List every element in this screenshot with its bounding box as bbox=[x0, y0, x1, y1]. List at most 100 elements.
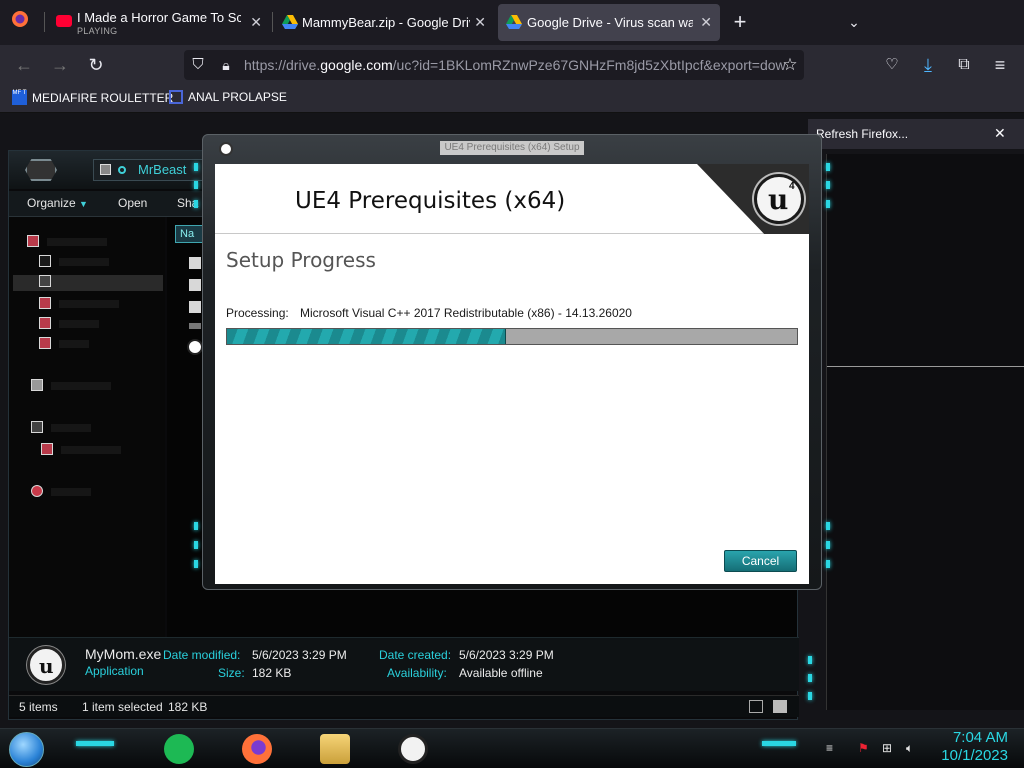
nav-item[interactable] bbox=[39, 255, 169, 269]
clock[interactable]: 7:04 AM 10/1/2023 bbox=[941, 729, 1008, 765]
reload-icon[interactable]: ↻ bbox=[84, 53, 108, 77]
nav-item[interactable] bbox=[39, 297, 169, 311]
firefox-icon[interactable] bbox=[242, 734, 272, 764]
item-count: 5 items bbox=[19, 700, 58, 714]
nav-item[interactable] bbox=[39, 317, 169, 331]
setup-header: UE4 Prerequisites (x64) u 4 bbox=[215, 164, 809, 234]
back-icon[interactable]: ← bbox=[12, 53, 36, 77]
nav-item[interactable] bbox=[31, 421, 161, 435]
tab-title: MammyBear.zip - Google Drive bbox=[302, 15, 470, 30]
forward-icon[interactable]: → bbox=[48, 53, 72, 77]
column-header-name[interactable]: Na bbox=[175, 225, 205, 243]
shield-icon[interactable]: ⛉ bbox=[186, 53, 210, 77]
tab-virus-scan[interactable]: Google Drive - Virus scan warni ✕ bbox=[498, 4, 720, 41]
new-tab-icon[interactable]: + bbox=[728, 10, 752, 34]
unreal-engine-icon[interactable] bbox=[398, 734, 428, 764]
date-modified-label: Date modified: bbox=[163, 648, 241, 662]
teal-light bbox=[826, 541, 830, 549]
date-modified-value: 5/6/2023 3:29 PM bbox=[252, 648, 347, 662]
bookmark-icon bbox=[169, 90, 183, 104]
nav-item[interactable] bbox=[27, 235, 157, 249]
unreal-file-icon[interactable] bbox=[187, 339, 203, 355]
tab-mammybear[interactable]: MammyBear.zip - Google Drive ✕ bbox=[274, 4, 494, 41]
volume-icon[interactable]: 🔈︎ bbox=[906, 741, 913, 756]
drive-icon bbox=[41, 443, 53, 455]
firefox-menu-icon[interactable] bbox=[8, 9, 32, 33]
progress-bar bbox=[226, 328, 798, 345]
clock-time: 7:04 AM bbox=[952, 729, 1008, 746]
start-button[interactable] bbox=[9, 732, 44, 767]
folder-icon bbox=[39, 255, 51, 267]
clock-date: 10/1/2023 bbox=[941, 747, 1008, 764]
teal-light bbox=[762, 741, 796, 746]
tab-close-icon[interactable]: ✕ bbox=[250, 14, 262, 31]
tab-close-icon[interactable]: ✕ bbox=[700, 14, 712, 31]
processing-label: Processing: bbox=[226, 306, 289, 320]
open-button[interactable]: Open bbox=[118, 196, 147, 210]
pocket-icon[interactable]: ♡ bbox=[880, 53, 904, 77]
spotify-icon[interactable] bbox=[164, 734, 194, 764]
network-icon[interactable]: ⊞ bbox=[882, 741, 892, 755]
mediafire-icon: MF T bbox=[12, 90, 27, 105]
menu-icon[interactable]: ≡ bbox=[988, 53, 1012, 77]
computer-icon bbox=[31, 421, 43, 433]
downloads-icon[interactable]: ⤓ bbox=[916, 53, 940, 77]
file-explorer-icon[interactable] bbox=[320, 734, 350, 764]
progress-fill bbox=[227, 329, 507, 344]
status-bar: 5 items 1 item selected 182 KB bbox=[9, 695, 799, 717]
file-icon[interactable] bbox=[189, 279, 201, 291]
notification-text[interactable]: Refresh Firefox... bbox=[816, 127, 908, 141]
extensions-icon[interactable]: ⧉ bbox=[952, 53, 976, 77]
back-forward-icon[interactable] bbox=[25, 159, 57, 181]
tab-list-chevron-icon[interactable]: ⌄ bbox=[842, 10, 866, 34]
close-icon[interactable]: ✕ bbox=[994, 125, 1006, 142]
file-icon[interactable] bbox=[189, 301, 201, 313]
divider bbox=[827, 366, 1024, 367]
tab-close-icon[interactable]: ✕ bbox=[474, 14, 486, 31]
tray-grip-icon: ≡ bbox=[826, 741, 834, 755]
teal-light bbox=[194, 200, 198, 208]
teal-light bbox=[826, 200, 830, 208]
nav-item[interactable] bbox=[41, 443, 171, 457]
details-view-icon[interactable] bbox=[749, 700, 763, 713]
screen: I Made a Horror Game To Scare PLAYING ✕ … bbox=[0, 0, 1024, 768]
teal-light bbox=[808, 692, 812, 700]
nav-item[interactable] bbox=[39, 337, 169, 351]
nav-item[interactable] bbox=[31, 485, 161, 499]
bookmark-anal-prolapse[interactable]: ANAL PROLAPSE bbox=[169, 90, 287, 104]
thumbnail-view-icon[interactable] bbox=[773, 700, 787, 713]
taskbar: ≡ ⚑ ⊞ 🔈︎ 7:04 AM 10/1/2023 bbox=[0, 728, 1024, 768]
browser-nav-bar: ← → ↻ https://drive.google.com/uc?id=1BK… bbox=[0, 45, 1024, 85]
lock-icon[interactable]: 🔒︎ bbox=[214, 53, 238, 77]
nav-item-selected[interactable] bbox=[13, 275, 163, 291]
date-created-value: 5/6/2023 3:29 PM bbox=[459, 648, 554, 662]
section-title: Setup Progress bbox=[226, 248, 376, 272]
teal-light bbox=[194, 163, 198, 171]
nav-label bbox=[59, 340, 89, 348]
nav-label bbox=[59, 320, 99, 328]
bookmark-star-icon[interactable]: ☆ bbox=[778, 53, 802, 77]
teal-light bbox=[194, 522, 198, 530]
bookmark-label: ANAL PROLAPSE bbox=[188, 90, 287, 104]
folder-icon bbox=[100, 164, 111, 175]
cancel-button[interactable]: Cancel bbox=[724, 550, 797, 572]
url-path: /uc?id=1BKLomRZnwPze67GNHzFm8jd5zXbtIpcf… bbox=[392, 57, 786, 73]
nav-label bbox=[59, 258, 109, 266]
action-center-flag-icon[interactable]: ⚑ bbox=[858, 741, 869, 755]
setup-window-title: UE4 Prerequisites (x64) Setup bbox=[440, 141, 584, 155]
selection-count: 1 item selected bbox=[82, 700, 163, 714]
tab-youtube[interactable]: I Made a Horror Game To Scare PLAYING ✕ bbox=[48, 4, 270, 41]
organize-label: Organize bbox=[27, 196, 76, 210]
homegroup-icon bbox=[31, 379, 43, 391]
tab-subtitle: PLAYING bbox=[77, 26, 118, 36]
file-icon[interactable] bbox=[189, 257, 201, 269]
bookmark-mediafire[interactable]: MF T MEDIAFIRE ROULETTER bbox=[12, 90, 173, 105]
file-icon[interactable] bbox=[189, 323, 201, 329]
nav-label bbox=[51, 424, 91, 432]
youtube-icon bbox=[56, 15, 72, 27]
nav-item[interactable] bbox=[31, 379, 161, 393]
url-bar[interactable]: https://drive.google.com/uc?id=1BKLomRZn… bbox=[184, 50, 804, 80]
teal-light bbox=[826, 522, 830, 530]
size-label: Size: bbox=[218, 666, 245, 680]
organize-button[interactable]: Organize ▼ bbox=[27, 196, 88, 210]
